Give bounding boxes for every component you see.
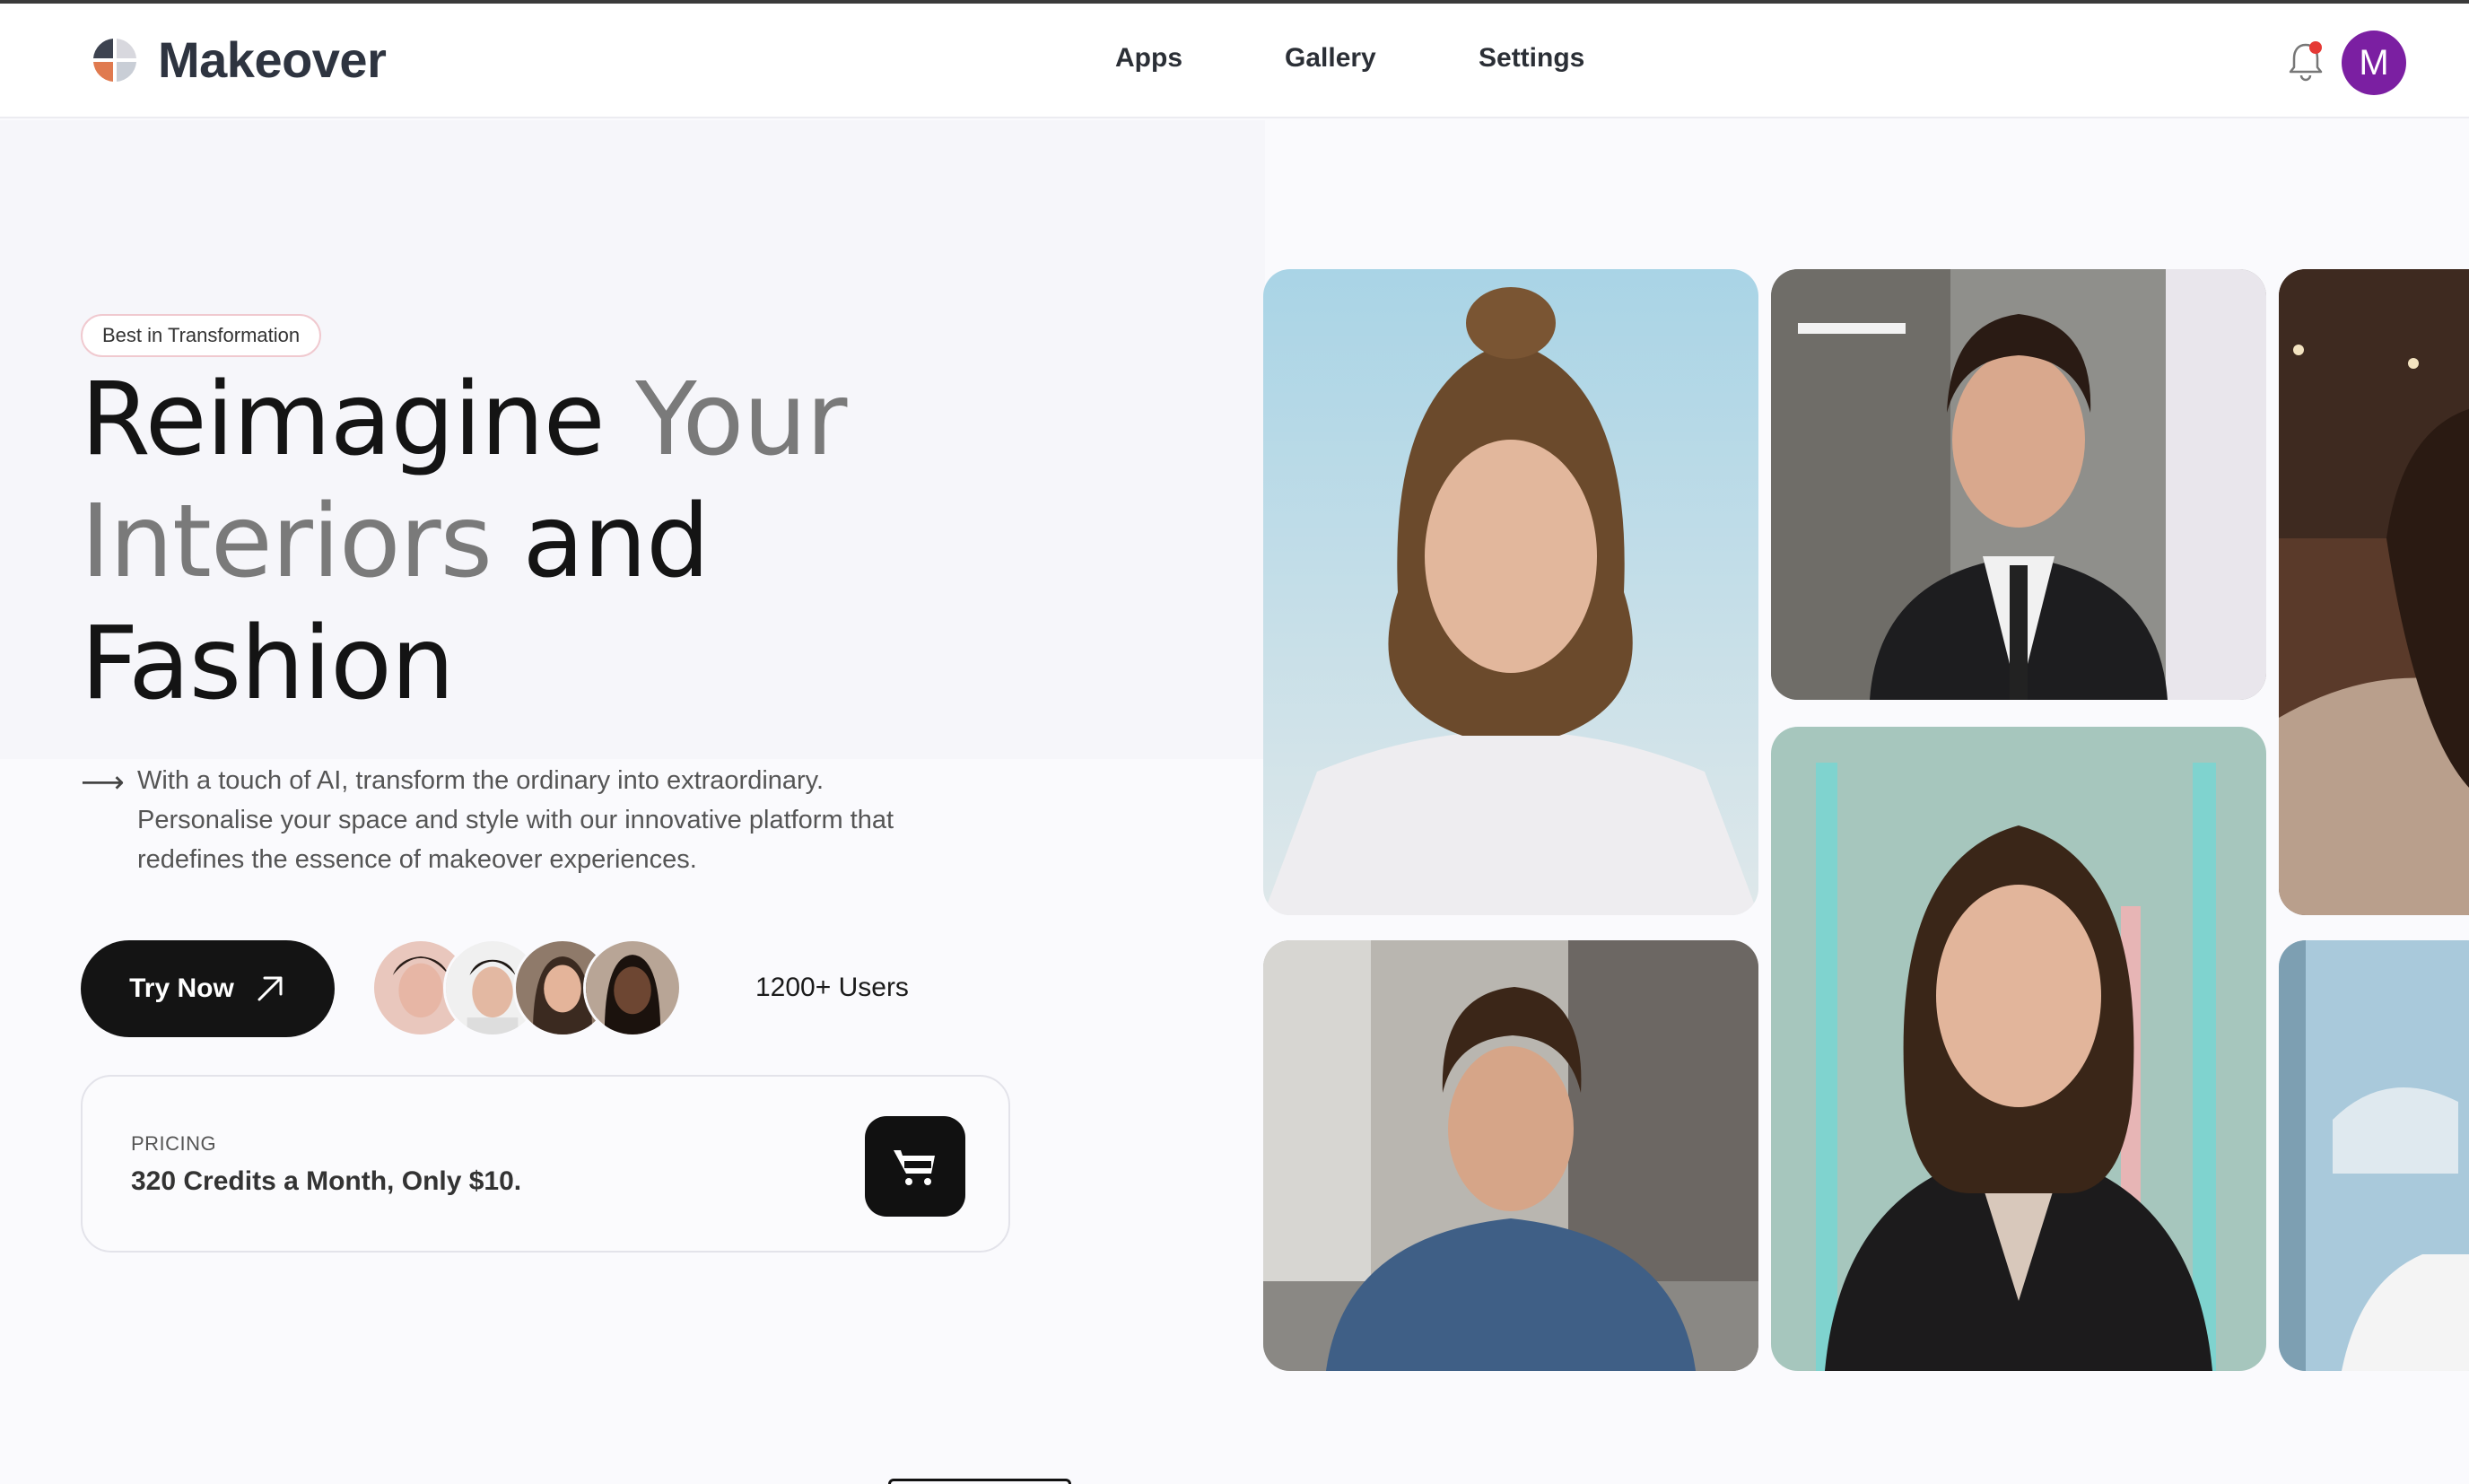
nav-settings[interactable]: Settings	[1479, 43, 1584, 74]
gallery-photo-man-suit	[1771, 269, 2266, 700]
pricing-text: 320 Credits a Month, Only $10.	[131, 1166, 522, 1196]
headline-word: Reimagine	[81, 362, 606, 478]
pricing-label: PRICING	[131, 1132, 217, 1155]
gallery-photo-man-white-shirt	[2279, 940, 2469, 1371]
brand-name: Makeover	[158, 31, 387, 88]
logo-icon	[93, 38, 136, 82]
gallery-photo-woman-blazer	[1771, 727, 2266, 1371]
cart-button[interactable]	[865, 1116, 965, 1217]
headline-word: and	[522, 484, 711, 600]
brand[interactable]: Makeover	[88, 31, 387, 89]
headline-word-muted: Your	[635, 362, 847, 478]
arrow-right-icon: ⟶	[81, 765, 125, 799]
try-now-label: Try Now	[129, 973, 234, 1003]
nav-gallery[interactable]: Gallery	[1285, 43, 1376, 74]
hero-badge: Best in Transformation	[81, 314, 322, 357]
pricing-card: PRICING 320 Credits a Month, Only $10.	[81, 1075, 1010, 1253]
headline-word-muted: Interiors	[81, 484, 493, 600]
notification-dot	[2309, 41, 2322, 54]
top-navbar: Makeover Apps Gallery Settings M	[0, 4, 2469, 118]
scroll-indicator	[888, 1479, 1071, 1484]
shopping-cart-icon	[894, 1150, 935, 1185]
user-face-avatar	[583, 938, 682, 1037]
notification-bell-icon[interactable]	[2286, 39, 2325, 83]
arrow-up-right-icon	[257, 976, 283, 1001]
gallery-photo-woman-white-shirt	[1263, 269, 1758, 915]
hero-description: With a touch of AI, transform the ordina…	[137, 766, 894, 874]
users-count: 1200+ Users	[755, 973, 909, 1002]
user-avatars-stack	[371, 938, 685, 1037]
hero-headline: Reimagine Your Interiors and Fashion	[81, 359, 1157, 725]
gallery-photo-man-blue-tshirt	[1263, 940, 1758, 1371]
try-now-button[interactable]: Try Now	[81, 940, 335, 1037]
gallery-photo-woman-cardigan	[2279, 269, 2469, 915]
nav-apps[interactable]: Apps	[1115, 43, 1182, 74]
headline-word: Fashion	[81, 606, 455, 722]
user-avatar[interactable]: M	[2342, 31, 2406, 95]
